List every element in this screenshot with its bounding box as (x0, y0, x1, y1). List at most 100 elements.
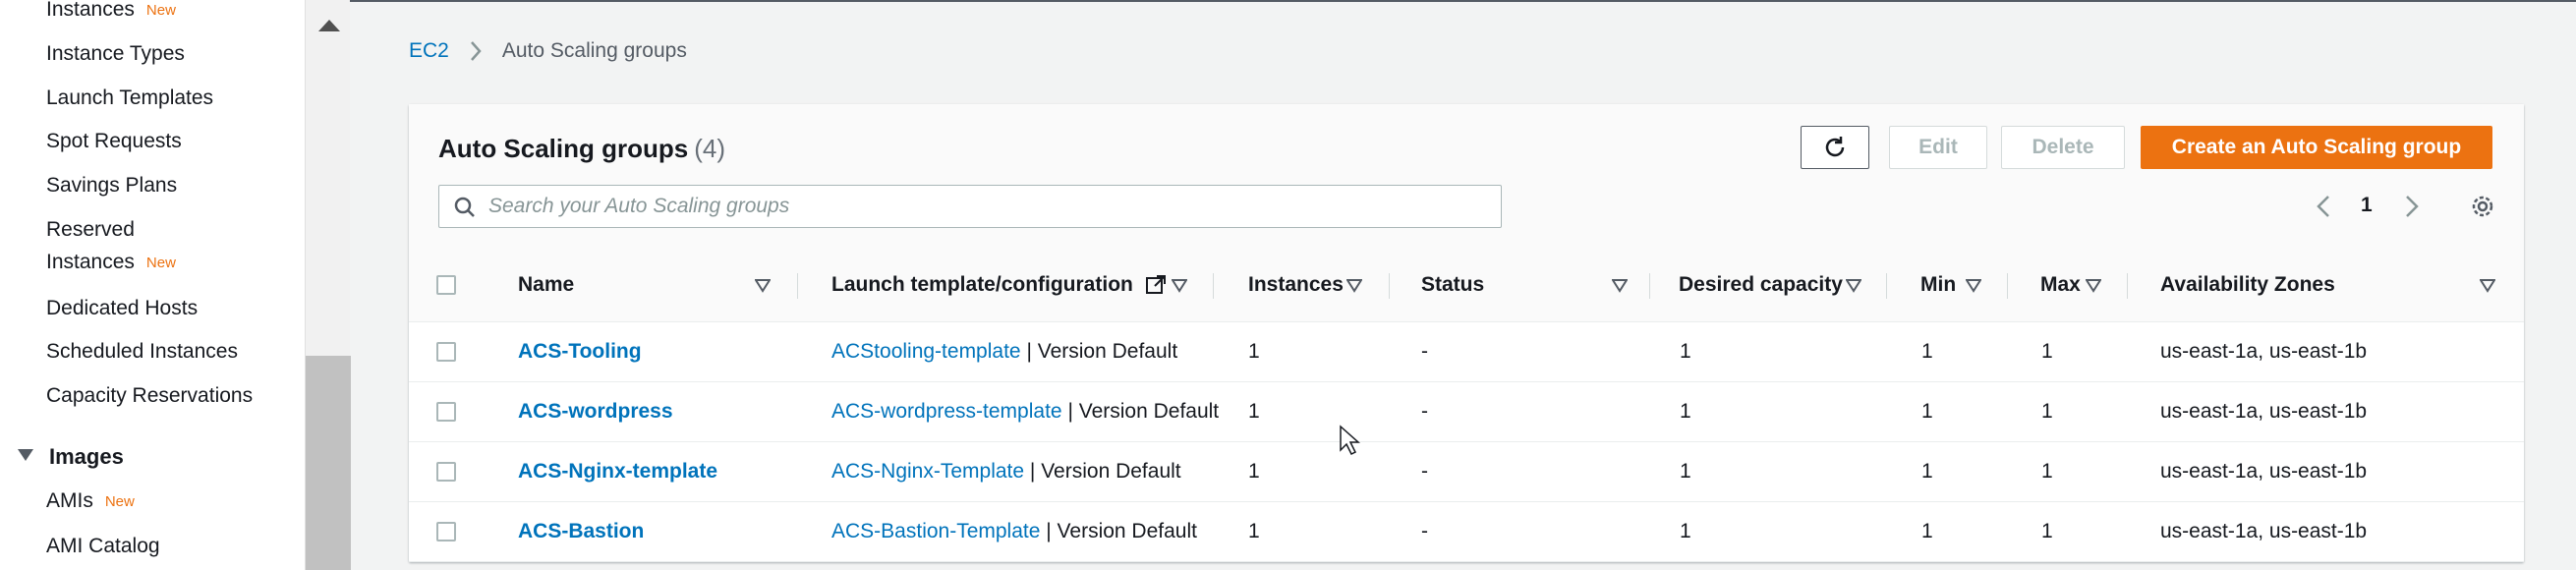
delete-button[interactable]: Delete (2001, 126, 2125, 169)
breadcrumb-separator-icon (469, 40, 483, 63)
sidebar-item-launch-templates[interactable]: Launch Templates (46, 86, 213, 110)
column-divider (797, 273, 798, 299)
caret-down-icon (18, 449, 33, 461)
sidebar-nav: Instances New Instance Types Launch Templ… (0, 0, 305, 570)
launch-template-link[interactable]: ACS-Nginx-Template (831, 460, 1024, 484)
sidebar-item-spot-requests[interactable]: Spot Requests (46, 130, 182, 153)
sidebar-item-instances[interactable]: Instances New (46, 0, 176, 22)
sort-icon[interactable] (755, 279, 771, 293)
sidebar-item-savings-plans[interactable]: Savings Plans (46, 174, 177, 198)
availability-zones-cell: us-east-1a, us-east-1b (2160, 400, 2368, 423)
status-cell: - (1421, 340, 1428, 363)
launch-template-link[interactable]: ACStooling-template (831, 340, 1021, 364)
launch-template-cell: ACS-Bastion-Template | Version Default (831, 520, 1197, 543)
external-link-icon (1145, 275, 1166, 294)
new-badge: New (145, 2, 176, 19)
column-divider (1213, 273, 1214, 299)
min-cell: 1 (1921, 460, 1933, 483)
row-checkbox[interactable] (436, 402, 456, 422)
sidebar-section-images[interactable]: Images (18, 444, 124, 470)
availability-zones-cell: us-east-1a, us-east-1b (2160, 460, 2368, 483)
sort-icon[interactable] (1172, 279, 1187, 293)
min-cell: 1 (1921, 400, 1933, 423)
row-checkbox[interactable] (436, 522, 456, 542)
edit-button[interactable]: Edit (1889, 126, 1987, 169)
row-checkbox[interactable] (436, 462, 456, 482)
row-checkbox[interactable] (436, 342, 456, 362)
search-input[interactable] (488, 186, 1491, 227)
desired-capacity-cell: 1 (1680, 460, 1691, 483)
group-name-link[interactable]: ACS-Nginx-template (518, 460, 717, 484)
column-divider (2127, 273, 2128, 299)
instances-cell: 1 (1248, 400, 1260, 423)
chevron-right-icon[interactable] (2404, 195, 2420, 218)
desired-capacity-cell: 1 (1680, 520, 1691, 542)
column-divider (1649, 273, 1650, 299)
max-cell: 1 (2041, 460, 2053, 483)
search-icon (454, 197, 475, 217)
max-cell: 1 (2041, 340, 2053, 363)
table-row[interactable]: ACS-Nginx-template ACS-Nginx-Template | … (409, 442, 2524, 502)
scroll-up-arrow-icon[interactable] (318, 20, 340, 31)
launch-template-link[interactable]: ACS-Bastion-Template (831, 520, 1040, 543)
group-name-link[interactable]: ACS-wordpress (518, 400, 673, 424)
availability-zones-cell: us-east-1a, us-east-1b (2160, 340, 2368, 363)
group-name-link[interactable]: ACS-Tooling (518, 340, 642, 364)
sidebar-item-instance-types[interactable]: Instance Types (46, 42, 185, 66)
group-count: (4) (694, 134, 726, 163)
max-cell: 1 (2041, 400, 2053, 423)
refresh-button[interactable] (1801, 126, 1869, 169)
instances-cell: 1 (1248, 460, 1260, 483)
column-header-status[interactable]: Status (1421, 248, 1484, 322)
column-header-name[interactable]: Name (518, 248, 574, 322)
search-box (438, 185, 1502, 228)
column-header-launch-template[interactable]: Launch template/configuration (831, 248, 1167, 322)
sidebar-item-capacity-reservations[interactable]: Capacity Reservations (46, 384, 253, 408)
min-cell: 1 (1921, 340, 1933, 363)
gear-icon[interactable] (2469, 193, 2496, 220)
create-auto-scaling-group-button[interactable]: Create an Auto Scaling group (2141, 126, 2492, 169)
group-name-link[interactable]: ACS-Bastion (518, 520, 644, 543)
table-header: Name Launch template/configuration Insta… (409, 248, 2524, 322)
sort-icon[interactable] (1846, 279, 1861, 293)
status-cell: - (1421, 520, 1428, 542)
sidebar-item-reserved-instances[interactable]: Reserved (46, 218, 135, 242)
column-header-desired-capacity[interactable]: Desired capacity (1679, 248, 1843, 322)
table-row[interactable]: ACS-Bastion ACS-Bastion-Template | Versi… (409, 502, 2524, 562)
column-header-availability-zones[interactable]: Availability Zones (2160, 248, 2335, 322)
sidebar-item-ami-catalog[interactable]: AMI Catalog (46, 535, 160, 558)
instances-cell: 1 (1248, 520, 1260, 542)
select-all-checkbox[interactable] (436, 275, 456, 295)
page-number[interactable]: 1 (2361, 194, 2373, 217)
min-cell: 1 (1921, 520, 1933, 542)
table-row[interactable]: ACS-wordpress ACS-wordpress-template | V… (409, 382, 2524, 442)
status-cell: - (1421, 400, 1428, 423)
desired-capacity-cell: 1 (1680, 340, 1691, 363)
desired-capacity-cell: 1 (1680, 400, 1691, 423)
column-divider (2007, 273, 2008, 299)
column-header-min[interactable]: Min (1920, 248, 1956, 322)
top-border (0, 0, 2576, 2)
column-header-instances[interactable]: Instances (1248, 248, 1344, 322)
breadcrumb-ec2-link[interactable]: EC2 (409, 39, 449, 63)
sidebar-item-amis[interactable]: AMIs New (46, 489, 135, 513)
sidebar-item-scheduled-instances[interactable]: Scheduled Instances (46, 340, 238, 364)
instances-cell: 1 (1248, 340, 1260, 363)
chevron-left-icon[interactable] (2316, 195, 2331, 218)
column-header-max[interactable]: Max (2040, 248, 2081, 322)
sort-icon[interactable] (2086, 279, 2101, 293)
sort-icon[interactable] (1612, 279, 1628, 293)
mouse-cursor-icon (1340, 425, 1360, 456)
refresh-icon (1825, 137, 1845, 157)
sort-icon[interactable] (1966, 279, 1981, 293)
table-row[interactable]: ACS-Tooling ACStooling-template | Versio… (409, 322, 2524, 382)
sort-icon[interactable] (2480, 279, 2495, 293)
sidebar-item-reserved-instances-line2[interactable]: Instances New (46, 251, 176, 274)
scrollbar-thumb[interactable] (306, 356, 351, 570)
sidebar-scrollbar[interactable] (305, 0, 351, 570)
sidebar-item-dedicated-hosts[interactable]: Dedicated Hosts (46, 297, 198, 320)
sort-icon[interactable] (1346, 279, 1362, 293)
launch-template-link[interactable]: ACS-wordpress-template (831, 400, 1062, 424)
max-cell: 1 (2041, 520, 2053, 542)
status-cell: - (1421, 460, 1428, 483)
